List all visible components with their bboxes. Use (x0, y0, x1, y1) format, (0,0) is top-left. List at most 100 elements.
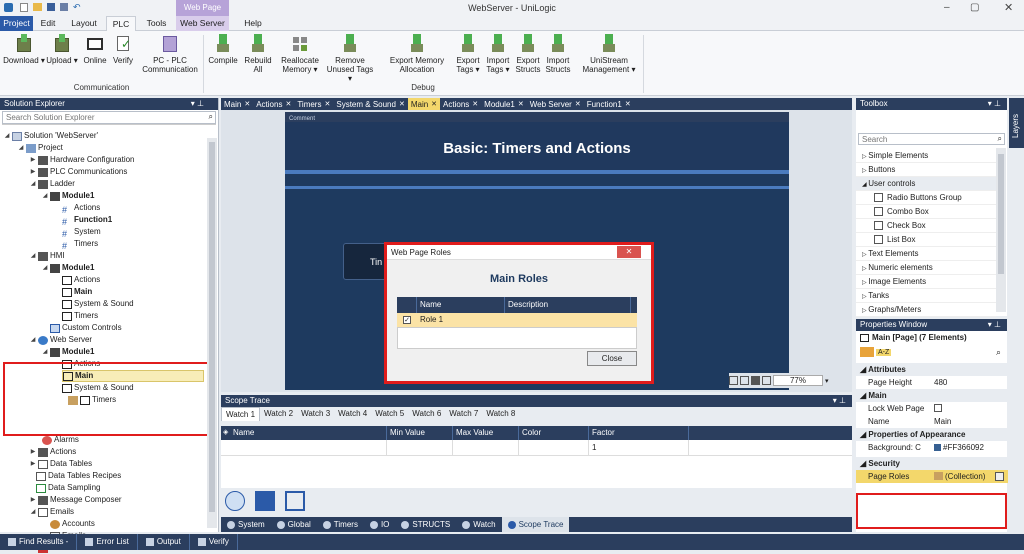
bottom-tab[interactable]: Global (271, 517, 317, 532)
tree-node-accounts[interactable]: Accounts (50, 518, 95, 530)
tree-node-data-sampling[interactable]: Data Sampling (36, 482, 100, 494)
watch-tab[interactable]: Watch 3 (297, 407, 334, 421)
close-tab-icon[interactable]: ✕ (625, 100, 631, 108)
toolbox-category[interactable]: ▷ Graphs/Meters (856, 303, 996, 317)
layers-sidebar[interactable]: Layers (1009, 98, 1024, 148)
close-tab-icon[interactable]: ✕ (399, 100, 405, 108)
doc-tab[interactable]: Web Server ✕ (527, 98, 584, 110)
name-column-header[interactable]: ◈ Name (221, 426, 387, 440)
export-structs-button[interactable]: Export Structs (514, 34, 542, 74)
toolbox-item[interactable]: List Box (856, 233, 996, 247)
toolbox-category[interactable]: ◢ User controls (856, 177, 996, 191)
toolbox-item[interactable]: Combo Box (856, 205, 996, 219)
section-appearance[interactable]: ◢ Properties of Appearance (856, 428, 1008, 441)
tree-node-web-module1[interactable]: ◢ Module1 (42, 346, 94, 358)
bottom-tab[interactable]: Timers (317, 517, 364, 532)
tree-node-hmi-actions[interactable]: Actions (62, 274, 100, 286)
toolbox-category[interactable]: ▷ Text Elements (856, 247, 996, 261)
maximize-icon[interactable]: ▢ (970, 2, 979, 13)
bottom-tab[interactable]: IO (364, 517, 395, 532)
section-main[interactable]: ◢ Main (856, 389, 1008, 402)
zoom-dropdown-icon[interactable]: ▾ (825, 377, 829, 385)
pc-plc-communication-button[interactable]: PC - PLC Communication (140, 34, 200, 74)
search-icon[interactable]: ⌕ (996, 347, 1001, 358)
color-column-header[interactable]: Color (519, 426, 589, 440)
remove-unused-tags-button[interactable]: Remove Unused Tags ▾ (324, 34, 376, 83)
toolbox-item[interactable]: Radio Buttons Group (856, 191, 996, 205)
doc-tab[interactable]: Main ✕ (407, 98, 441, 110)
toolbox-category[interactable]: ▷ Buttons (856, 163, 996, 177)
bottom-tab[interactable]: Scope Trace (501, 517, 570, 532)
factor-cell[interactable]: 1 (589, 440, 689, 455)
import-structs-button[interactable]: Import Structs (544, 34, 572, 74)
tree-node-actions[interactable]: ▶ Actions (30, 446, 76, 458)
solution-search-input[interactable] (2, 111, 216, 124)
watch-tab[interactable]: Watch 8 (482, 407, 519, 421)
background-row[interactable]: Background: C #FF366092 (856, 441, 1008, 454)
description-column-header[interactable]: Description (505, 297, 631, 313)
status-tab[interactable]: Output (138, 534, 190, 550)
download-button[interactable]: Download ▾ (3, 34, 45, 65)
tree-node-data-tables[interactable]: ▶ Data Tables (30, 458, 92, 470)
tree-node-hardware-configuration[interactable]: ▶ Hardware Configuration (30, 154, 135, 166)
section-security[interactable]: ◢ Security (856, 457, 1008, 470)
tree-node-ladder-module1[interactable]: ◢ Module1 (42, 190, 94, 202)
close-tab-icon[interactable]: ✕ (472, 100, 478, 108)
rebuild-all-button[interactable]: Rebuild All (242, 34, 274, 74)
pin-icon[interactable]: ▾ ⊥ (988, 98, 1001, 110)
doc-tab[interactable]: Timers ✕ (294, 98, 333, 110)
name-value[interactable]: Main (934, 415, 951, 428)
watch-tab[interactable]: Watch 5 (371, 407, 408, 421)
snap-icon[interactable] (762, 376, 771, 385)
watch-tab[interactable]: Watch 1 (221, 407, 261, 421)
toolbox-category[interactable]: ▷ Tanks (856, 289, 996, 303)
page-roles-row[interactable]: Page Roles (Collection) (856, 470, 1008, 483)
tree-node-hmi-timers[interactable]: Timers (62, 310, 98, 322)
tree-node-custom-controls[interactable]: Custom Controls (50, 322, 122, 334)
solution-search-box[interactable]: ⌕ (2, 111, 216, 125)
page-height-value[interactable]: 480 (934, 376, 947, 389)
doc-tab[interactable]: Main ✕ (221, 98, 253, 110)
tab-tools[interactable]: Tools (138, 16, 175, 31)
tree-node-project[interactable]: ◢ Project (18, 142, 63, 154)
sort-alphabetical-button[interactable]: A-Z (876, 348, 892, 356)
bottom-tab[interactable]: System (221, 517, 271, 532)
doc-tab[interactable]: Function1 ✕ (584, 98, 634, 110)
role-row[interactable]: ✓ Role 1 (397, 313, 637, 327)
min-value-column-header[interactable]: Min Value (387, 426, 453, 440)
lock-web-page-row[interactable]: Lock Web Page (856, 402, 1008, 415)
toolbox-item[interactable]: Check Box (856, 219, 996, 233)
tree-scrollbar[interactable] (207, 138, 217, 528)
save-trace-icon[interactable] (255, 491, 275, 511)
pin-icon[interactable]: ▾ ⊥ (988, 319, 1001, 331)
name-row[interactable]: Name Main (856, 415, 1008, 428)
export-memory-allocation-button[interactable]: Export Memory Allocation (382, 34, 452, 74)
name-column-header[interactable]: Name (417, 297, 505, 313)
close-tab-icon[interactable]: ✕ (324, 100, 330, 108)
factor-column-header[interactable]: Factor (589, 426, 689, 440)
toolbox-category[interactable]: ▷ Simple Elements (856, 149, 996, 163)
tab-help[interactable]: Help (232, 16, 274, 31)
zoom-out-icon[interactable] (740, 376, 749, 385)
name-cell[interactable] (221, 440, 387, 455)
doc-tab[interactable]: Module1 ✕ (481, 98, 527, 110)
grid-icon[interactable] (751, 376, 760, 385)
close-tab-icon[interactable]: ✕ (285, 100, 291, 108)
refresh-icon[interactable] (225, 491, 245, 511)
page-height-row[interactable]: Page Height 480 (856, 376, 1008, 389)
tree-node-emails[interactable]: ◢ Emails (30, 506, 74, 518)
toolbox-category[interactable]: ▷ Image Elements (856, 275, 996, 289)
tab-web-server[interactable]: Web Server (176, 16, 229, 31)
close-window-icon[interactable]: ✕ (1004, 1, 1013, 14)
scope-grid-row[interactable]: 1 (221, 440, 852, 456)
tree-node-ladder-timers[interactable]: # Timers (62, 238, 98, 251)
minimize-icon[interactable]: – (944, 2, 950, 13)
role-name-cell[interactable]: Role 1 (417, 313, 505, 327)
max-value-column-header[interactable]: Max Value (453, 426, 519, 440)
zoom-level[interactable]: 77% (773, 375, 823, 386)
ellipsis-button[interactable] (995, 472, 1004, 481)
doc-tab[interactable]: System & Sound ✕ (333, 98, 407, 110)
tree-node-function1[interactable]: # Function1 (62, 214, 112, 227)
compile-button[interactable]: Compile (205, 34, 241, 65)
tree-node-alarms[interactable]: Alarms (42, 434, 79, 446)
